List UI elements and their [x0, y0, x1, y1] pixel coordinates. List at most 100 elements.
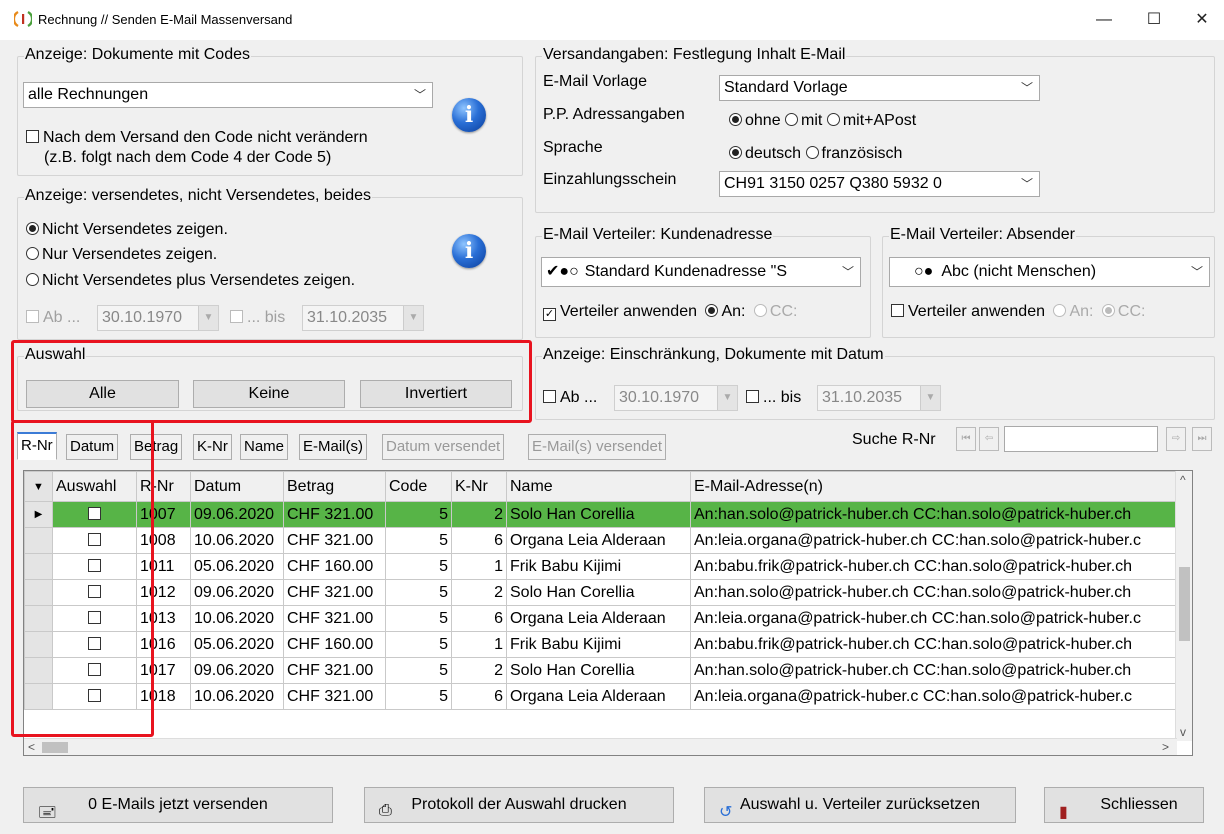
- customer-cc-label: CC:: [769, 303, 798, 320]
- scroll-right-icon[interactable]: >: [1162, 740, 1169, 754]
- scroll-left-icon[interactable]: <: [28, 740, 35, 754]
- pp-ohne[interactable]: ohne: [729, 112, 781, 129]
- next-record-icon[interactable]: ⇨: [1166, 427, 1186, 451]
- customer-apply-checkbox[interactable]: ✓ Verteiler anwenden: [543, 303, 697, 321]
- scroll-down-icon[interactable]: v: [1180, 725, 1186, 739]
- date-from-checkbox[interactable]: Ab ...: [543, 389, 597, 407]
- scroll-up-icon[interactable]: ^: [1180, 473, 1186, 487]
- tab-emails[interactable]: E-Mail(s): [299, 434, 367, 460]
- table-row[interactable]: 1008 10.06.2020 CHF 321.00 5 6 Organa Leia Al…: [24, 527, 1181, 554]
- select-invert-button[interactable]: Invertiert: [360, 380, 512, 408]
- sender-apply-checkbox[interactable]: Verteiler anwenden: [891, 303, 1045, 320]
- codes-select[interactable]: alle Rechnungen ﹀: [23, 82, 433, 108]
- row-select-checkbox[interactable]: [52, 579, 137, 606]
- close-window-button[interactable]: ✕: [1182, 6, 1222, 34]
- date-to-checkbox[interactable]: ... bis: [746, 389, 801, 407]
- info-icon[interactable]: i: [452, 234, 486, 268]
- table-row[interactable]: 1018 10.06.2020 CHF 321.00 5 6 Organa Leia Al…: [24, 683, 1181, 710]
- row-header-corner[interactable]: ▼: [24, 471, 53, 502]
- close-button[interactable]: ▮ Schliessen: [1044, 787, 1204, 823]
- table-row[interactable]: 1013 10.06.2020 CHF 321.00 5 6 Organa Leia Al…: [24, 605, 1181, 632]
- col-betrag[interactable]: Betrag: [283, 471, 386, 502]
- col-r-nr[interactable]: R-Nr: [136, 471, 191, 502]
- row-header[interactable]: ▶: [24, 501, 53, 528]
- row-select-checkbox[interactable]: [52, 683, 137, 710]
- row-select-checkbox[interactable]: [52, 553, 137, 580]
- table-row[interactable]: ▶ 1007 09.06.2020 CHF 321.00 5 2 Solo Han Core…: [24, 501, 1181, 528]
- row-header[interactable]: [24, 579, 53, 606]
- row-select-checkbox[interactable]: [52, 527, 137, 554]
- select-none-button[interactable]: Keine: [193, 380, 345, 408]
- row-header[interactable]: [24, 657, 53, 684]
- col-email[interactable]: E-Mail-Adresse(n): [690, 471, 1181, 502]
- select-all-button[interactable]: Alle: [26, 380, 179, 408]
- row-select-checkbox[interactable]: [52, 657, 137, 684]
- sent-from-checkbox[interactable]: Ab ...: [26, 309, 80, 327]
- template-select[interactable]: Standard Vorlage ﹀: [719, 75, 1040, 101]
- radio-only-sent[interactable]: Nur Versendetes zeigen.: [26, 246, 217, 264]
- customer-radio-an[interactable]: An:: [705, 303, 745, 320]
- sender-distributor-select[interactable]: ○● Abc (nicht Menschen) ﹀: [889, 257, 1210, 287]
- lang-deutsch[interactable]: deutsch: [729, 145, 801, 162]
- scroll-thumb[interactable]: [42, 742, 68, 753]
- tab-name[interactable]: Name: [240, 434, 289, 460]
- col-k-nr[interactable]: K-Nr: [451, 471, 507, 502]
- row-select-checkbox[interactable]: [52, 605, 137, 632]
- lang-francais[interactable]: französisch: [805, 145, 902, 162]
- tab-k-nr[interactable]: K-Nr: [193, 434, 232, 460]
- keep-code-checkbox[interactable]: Nach dem Versand den Code nicht veränder…: [26, 129, 368, 147]
- last-record-icon[interactable]: ⏭: [1192, 427, 1212, 451]
- tab-r-nr[interactable]: R-Nr: [17, 432, 57, 460]
- row-header[interactable]: [24, 527, 53, 554]
- search-label: Suche R-Nr: [852, 431, 936, 448]
- search-input[interactable]: [1004, 426, 1158, 452]
- tab-datum[interactable]: Datum: [66, 434, 119, 460]
- vertical-scrollbar[interactable]: ^ v: [1175, 471, 1192, 741]
- pp-mit-apost[interactable]: mit+APost: [826, 112, 916, 129]
- row-header[interactable]: [24, 605, 53, 632]
- pp-mit[interactable]: mit: [785, 112, 822, 129]
- checkbox-icon: [88, 636, 101, 650]
- col-code[interactable]: Code: [385, 471, 452, 502]
- row-header[interactable]: [24, 631, 53, 658]
- sent-from-date[interactable]: 30.10.1970 ▼: [97, 305, 219, 331]
- sender-radio-cc[interactable]: CC:: [1101, 303, 1145, 320]
- row-select-checkbox[interactable]: [52, 631, 137, 658]
- radio-icon: [826, 113, 840, 126]
- customer-radio-cc[interactable]: CC:: [753, 303, 798, 320]
- checkbox-icon: [88, 532, 101, 546]
- scroll-thumb[interactable]: [1179, 567, 1190, 641]
- sent-to-checkbox[interactable]: ... bis: [230, 309, 285, 327]
- date-from-input[interactable]: 30.10.1970 ▼: [614, 385, 738, 411]
- row-select-checkbox[interactable]: [52, 501, 137, 528]
- table-row[interactable]: 1012 09.06.2020 CHF 321.00 5 2 Solo Han Corel…: [24, 579, 1181, 606]
- radio-not-sent[interactable]: Nicht Versendetes zeigen.: [26, 221, 228, 239]
- reset-selection-button[interactable]: ↺ Auswahl u. Verteiler zurücksetzen: [704, 787, 1016, 823]
- col-datum[interactable]: Datum: [190, 471, 284, 502]
- slip-select[interactable]: CH91 3150 0257 Q380 5932 0 ﹀: [719, 171, 1040, 197]
- print-protocol-button[interactable]: ⎙ Protokoll der Auswahl drucken: [364, 787, 674, 823]
- radio-both[interactable]: Nicht Versendetes plus Versendetes zeige…: [26, 272, 355, 290]
- col-auswahl[interactable]: Auswahl: [52, 471, 137, 502]
- tab-emails-versendet[interactable]: E-Mail(s) versendet: [528, 434, 667, 460]
- col-name[interactable]: Name: [506, 471, 691, 502]
- maximize-button[interactable]: ☐: [1134, 6, 1174, 34]
- minimize-button[interactable]: —: [1084, 6, 1124, 34]
- table-row[interactable]: 1016 05.06.2020 CHF 160.00 5 1 Frik Babu Kiji…: [24, 631, 1181, 658]
- send-emails-button[interactable]: 🖃 0 E-Mails jetzt versenden: [23, 787, 333, 823]
- prev-record-icon[interactable]: ⇦: [979, 427, 999, 451]
- sent-to-date[interactable]: 31.10.2035 ▼: [302, 305, 424, 331]
- customer-distributor-value: Standard Kundenadresse "S: [584, 263, 787, 280]
- table-row[interactable]: 1011 05.06.2020 CHF 160.00 5 1 Frik Babu Kiji…: [24, 553, 1181, 580]
- date-to-input[interactable]: 31.10.2035 ▼: [817, 385, 941, 411]
- sender-radio-an[interactable]: An:: [1053, 303, 1093, 320]
- tab-betrag[interactable]: Betrag: [130, 434, 183, 460]
- row-header[interactable]: [24, 553, 53, 580]
- horizontal-scrollbar[interactable]: < >: [24, 738, 1177, 755]
- info-icon[interactable]: i: [452, 98, 486, 132]
- customer-distributor-select[interactable]: ✔●○ Standard Kundenadresse "S ﹀: [541, 257, 861, 287]
- tab-datum-versendet[interactable]: Datum versendet: [382, 434, 505, 460]
- row-header[interactable]: [24, 683, 53, 710]
- first-record-icon[interactable]: ⏮: [956, 427, 976, 451]
- table-row[interactable]: 1017 09.06.2020 CHF 321.00 5 2 Solo Han Corel…: [24, 657, 1181, 684]
